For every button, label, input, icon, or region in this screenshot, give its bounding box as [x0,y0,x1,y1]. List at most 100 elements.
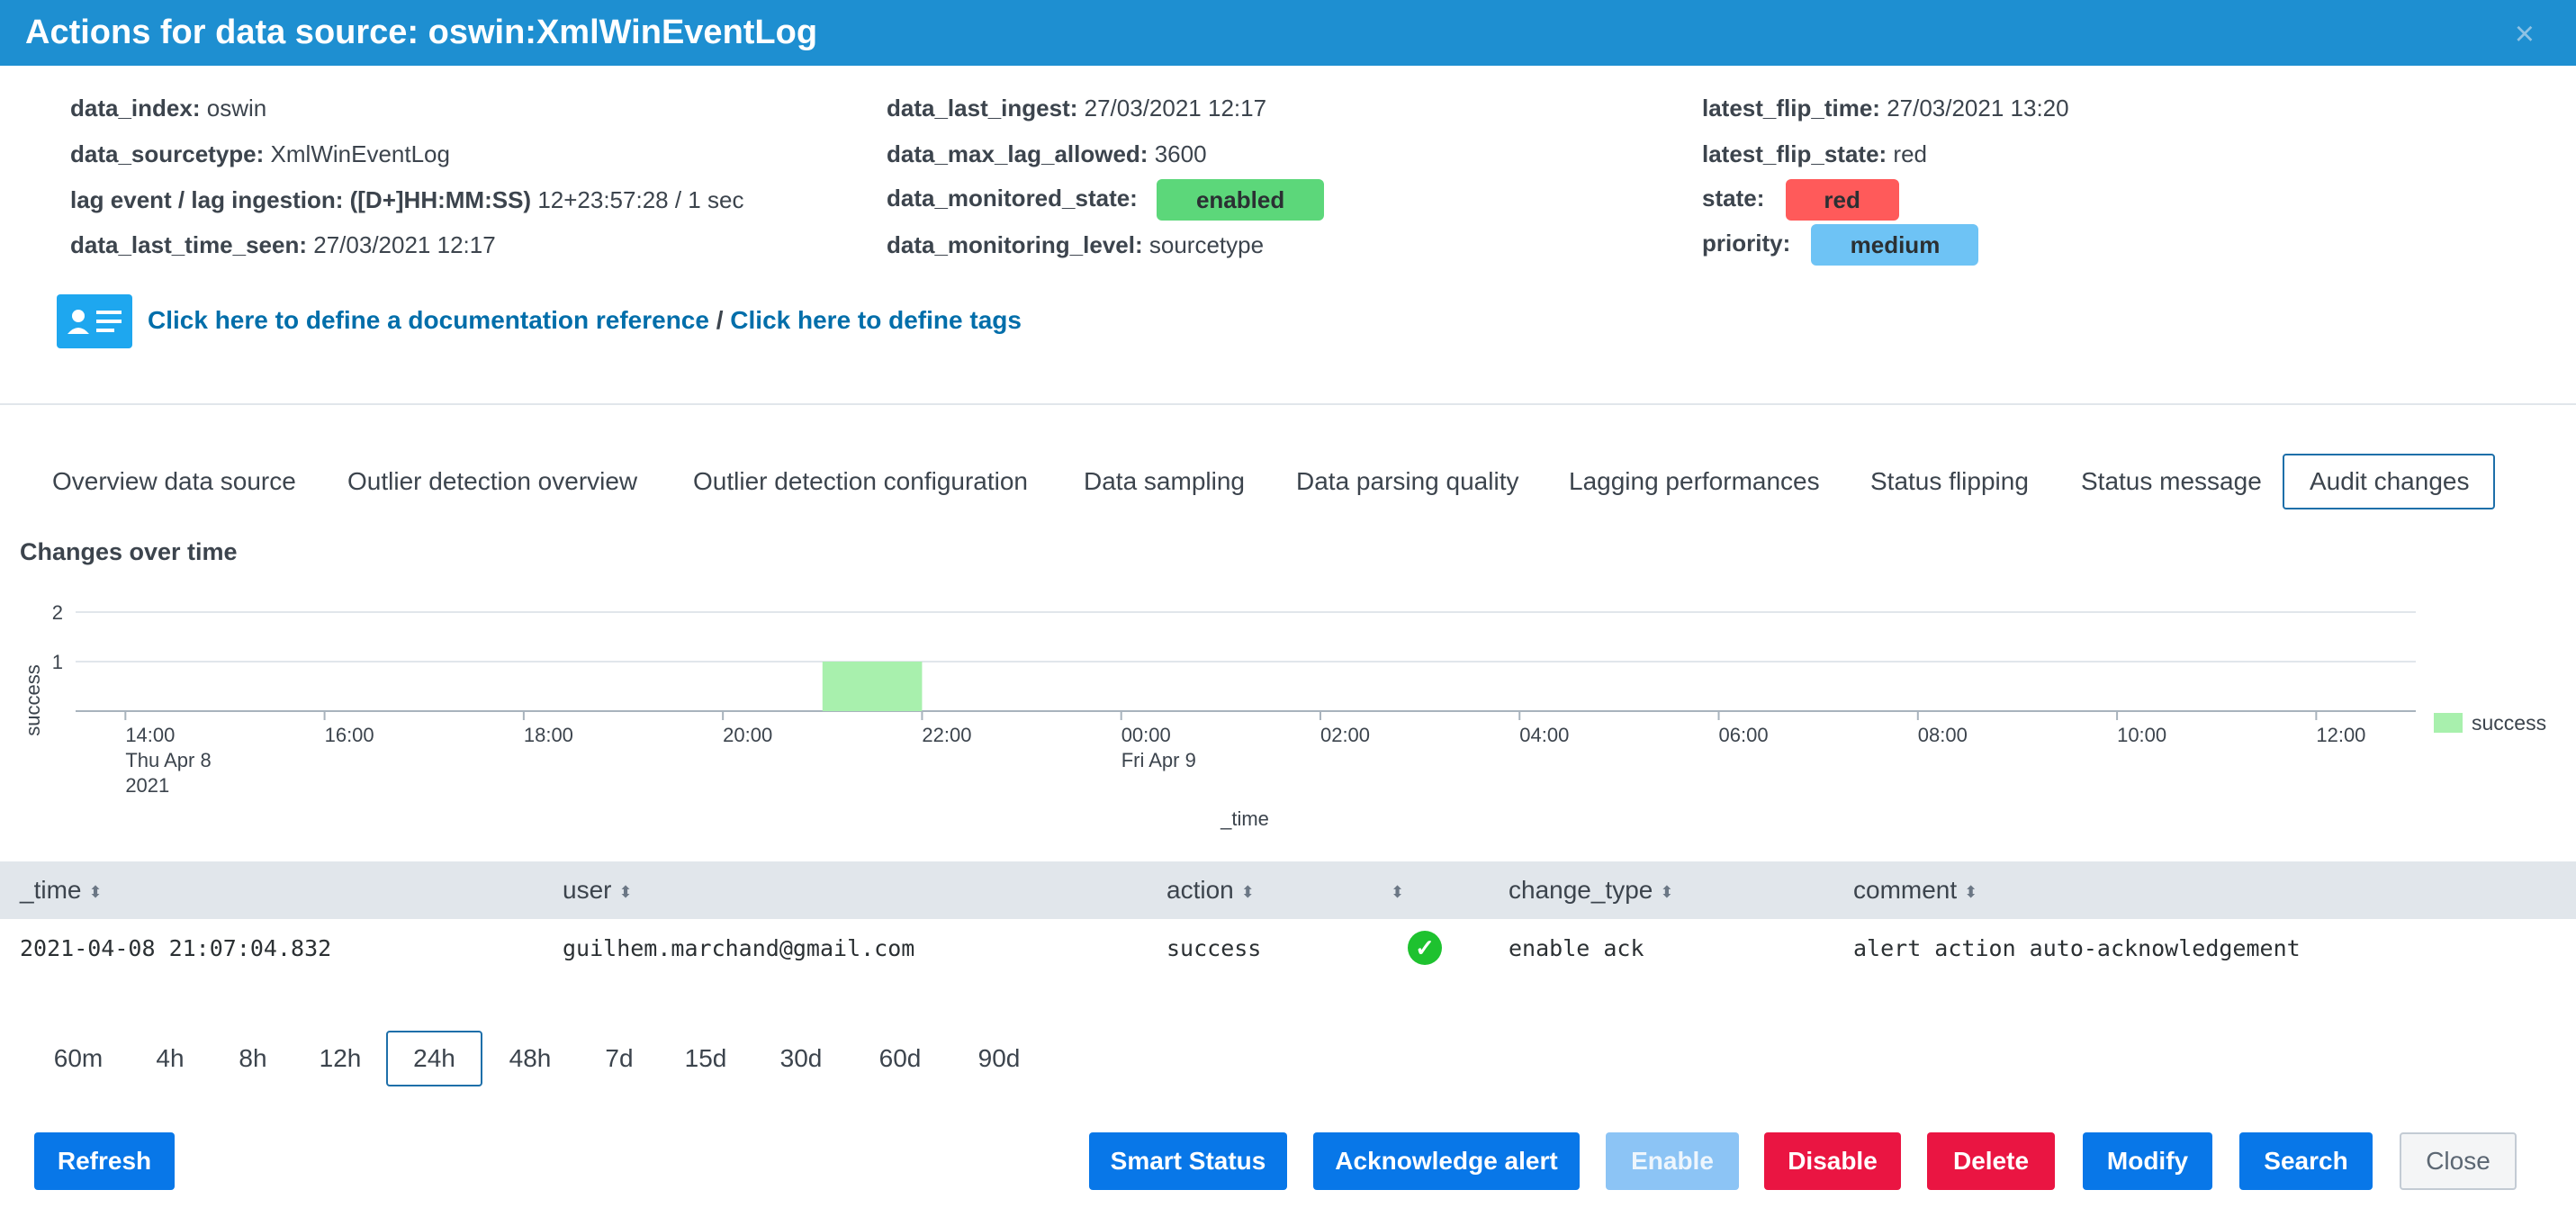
tab-status-flipping[interactable]: Status flipping [1870,454,2029,509]
info-monitored-state: data_monitored_state: enabled [887,179,1325,221]
info-key: latest_flip_time: [1702,95,1880,122]
x-tick-label: 22:00 [922,724,971,746]
column-header-status[interactable]: ⬍ [1383,861,1404,919]
chart-ylabel: success [22,664,44,735]
column-header-user[interactable]: user ⬍ [563,861,633,919]
info-latest-flip-time: latest_flip_time: 27/03/2021 13:20 [1702,93,2069,123]
time-button-4h[interactable]: 4h [144,1031,196,1086]
header-label: action [1166,876,1234,904]
search-button[interactable]: Search [2239,1132,2373,1190]
info-key: data_last_time_seen: [70,231,308,258]
header-label: _time [20,876,82,904]
x-tick-label: 08:00 [1918,724,1968,746]
column-header-change-type[interactable]: change_type ⬍ [1509,861,1673,919]
header-label: comment [1853,876,1958,904]
link-separator: / [716,306,724,334]
cell-user: guilhem.marchand@gmail.com [563,935,915,961]
disable-button[interactable]: Disable [1764,1132,1901,1190]
time-button-24h[interactable]: 24h [386,1031,482,1086]
cell-change-type: enable ack [1509,935,1644,961]
sort-icon: ⬍ [1660,882,1674,901]
info-lag: lag event / lag ingestion: ([D+]HH:MM:SS… [70,185,743,215]
table-header: _time ⬍ user ⬍ action ⬍ ⬍ change_type ⬍ comm… [0,861,2576,919]
tab-data-sampling[interactable]: Data sampling [1084,454,1245,509]
enable-button[interactable]: Enable [1606,1132,1739,1190]
info-key: data_monitored_state: [887,184,1138,212]
info-data-sourcetype: data_sourcetype: XmlWinEventLog [70,139,450,169]
x-tick-label: 04:00 [1519,724,1569,746]
header-label: change_type [1509,876,1653,904]
x-tick-label: 00:00 [1121,724,1171,746]
tab-audit-changes[interactable]: Audit changes [2283,454,2495,509]
acknowledge-alert-button[interactable]: Acknowledge alert [1313,1132,1580,1190]
column-header-time[interactable]: _time ⬍ [20,861,103,919]
check-icon: ✓ [1408,931,1442,965]
delete-button[interactable]: Delete [1927,1132,2055,1190]
chart-xlabel: _time [1220,807,1269,830]
status-badge-enabled: enabled [1157,179,1325,221]
chart-bar [822,662,923,711]
info-last-ingest: data_last_ingest: 27/03/2021 12:17 [887,93,1266,123]
cell-action: success [1166,935,1262,961]
info-key: priority: [1702,229,1791,257]
smart-status-button[interactable]: Smart Status [1089,1132,1287,1190]
close-icon[interactable]: × [2515,16,2535,52]
info-data-index: data_index: oswin [70,93,266,123]
info-key: data_max_lag_allowed: [887,140,1148,167]
doc-links: Click here to define a documentation ref… [148,304,1022,337]
chart-xticks: 14:00 Thu Apr 8 2021 16:00 18:00 20:00 22:00 00… [124,711,2365,797]
time-button-15d[interactable]: 15d [675,1031,736,1086]
info-max-lag: data_max_lag_allowed: 3600 [887,139,1207,169]
x-tick-label: 12:00 [2316,724,2365,746]
x-tick-label: 16:00 [325,724,374,746]
column-header-action[interactable]: action ⬍ [1166,861,1255,919]
info-value: red [1893,140,1927,167]
info-key: data_last_ingest: [887,95,1078,122]
time-button-8h[interactable]: 8h [227,1031,279,1086]
priority-badge: medium [1811,224,1979,266]
x-tick-label: 18:00 [524,724,573,746]
time-button-90d[interactable]: 90d [968,1031,1030,1086]
section-title: Changes over time [20,538,238,565]
tab-lagging-performances[interactable]: Lagging performances [1569,454,1820,509]
header-label: user [563,876,612,904]
legend-swatch [2434,713,2463,733]
tab-data-parsing-quality[interactable]: Data parsing quality [1296,454,1518,509]
close-button[interactable]: Close [2400,1132,2517,1190]
tab-outlier-detection-configuration[interactable]: Outlier detection configuration [693,454,1028,509]
modify-button[interactable]: Modify [2083,1132,2212,1190]
time-button-12h[interactable]: 12h [310,1031,371,1086]
info-key: latest_flip_state: [1702,140,1887,167]
modal-title: Actions for data source: oswin:XmlWinEve… [25,14,818,51]
sort-icon: ⬍ [1964,882,1978,901]
info-key: data_sourcetype: [70,140,265,167]
info-value: 27/03/2021 12:17 [313,231,496,258]
info-monitoring-level: data_monitoring_level: sourcetype [887,230,1264,260]
cell-time: 2021-04-08 21:07:04.832 [20,935,332,961]
doc-reference-link[interactable]: Click here to define a documentation ref… [148,306,709,334]
time-button-7d[interactable]: 7d [596,1031,643,1086]
time-button-60m[interactable]: 60m [45,1031,112,1086]
tab-overview-data-source[interactable]: Overview data source [52,454,296,509]
info-value: 12+23:57:28 / 1 sec [537,186,744,213]
tab-status-message[interactable]: Status message [2081,454,2262,509]
changes-chart: 21 14:00Thu Apr 8202116:00 18:00 20:00 22:0… [22,601,2546,830]
id-card-icon[interactable] [57,294,132,348]
define-tags-link[interactable]: Click here to define tags [730,306,1022,334]
refresh-button[interactable]: Refresh [34,1132,175,1190]
info-key: data_monitoring_level: [887,231,1143,258]
divider [0,403,2576,405]
x-tick-label: 06:00 [1719,724,1769,746]
x-tick-label: Fri Apr 9 [1121,749,1196,771]
info-priority: priority: medium [1702,224,1979,266]
y-tick-label: 1 [52,651,63,673]
x-tick-label: 2021 [125,774,169,797]
time-button-30d[interactable]: 30d [770,1031,832,1086]
time-button-48h[interactable]: 48h [499,1031,562,1086]
info-value: oswin [206,95,267,122]
column-header-comment[interactable]: comment ⬍ [1853,861,1977,919]
legend-label: success [2472,711,2546,735]
time-button-60d[interactable]: 60d [869,1031,931,1086]
tab-outlier-detection-overview[interactable]: Outlier detection overview [347,454,637,509]
sort-icon: ⬍ [88,882,103,901]
